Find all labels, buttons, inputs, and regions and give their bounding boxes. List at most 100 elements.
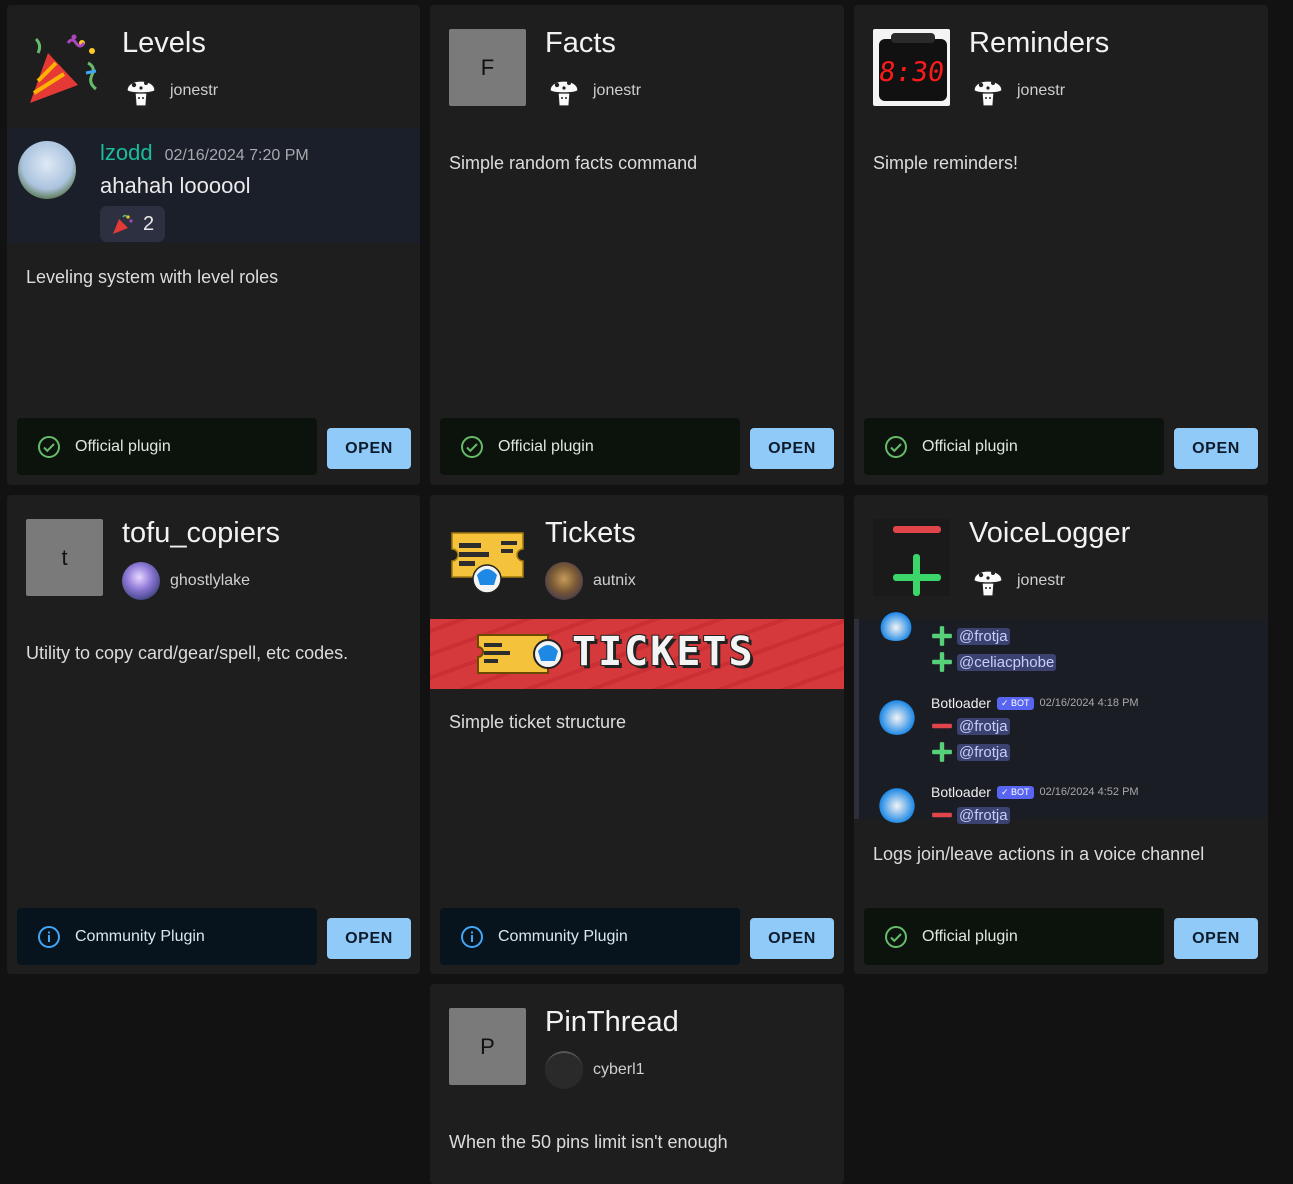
- plugin-description: Simple ticket structure: [449, 712, 627, 732]
- message-timestamp: 02/16/2024 7:20 PM: [164, 147, 309, 164]
- tickets-banner: TICKETS: [430, 619, 844, 689]
- badge-label: Community Plugin: [75, 927, 205, 945]
- message-text: ahahah loooool: [100, 173, 251, 198]
- open-button[interactable]: OPEN: [750, 428, 834, 469]
- plus-icon: [932, 742, 952, 762]
- check-circle-icon: [38, 435, 60, 458]
- message-timestamp: 02/16/2024 4:18 PM: [1039, 697, 1139, 709]
- plus-icon: [932, 626, 952, 646]
- open-button[interactable]: OPEN: [750, 918, 834, 959]
- plugin-thumbnail: t: [26, 519, 103, 596]
- plugin-card-reminders: 8:30 Reminders jonestr Simple reminders!…: [854, 5, 1268, 485]
- badge-label: Official plugin: [922, 927, 1018, 945]
- plugin-card-tofu-copiers: t tofu_copiers ghostlylake Utility to co…: [7, 495, 420, 974]
- plugin-title: Levels: [122, 27, 206, 59]
- clock-display: 8:30: [876, 57, 947, 88]
- minus-icon: [932, 812, 952, 818]
- bot-badge: ✓ BOT: [996, 785, 1034, 799]
- plugin-author[interactable]: jonestr: [545, 71, 641, 111]
- official-plugin-badge: Official plugin: [17, 418, 317, 475]
- plugin-card-voicelogger: VoiceLogger jonestr @frotja @celiacphobe…: [854, 495, 1268, 974]
- avatar: [18, 141, 76, 199]
- badge-label: Community Plugin: [498, 927, 628, 945]
- voice-log-preview: @frotja @celiacphobe Botloader ✓ BOT 02/…: [854, 611, 1268, 824]
- user-mention[interactable]: @frotja: [957, 627, 1010, 645]
- community-plugin-badge: Community Plugin: [17, 908, 317, 965]
- plugin-title: PinThread: [545, 1006, 679, 1038]
- user-mention[interactable]: @frotja: [957, 806, 1010, 824]
- reaction-chip[interactable]: 2: [100, 206, 165, 242]
- community-plugin-badge: Community Plugin: [440, 908, 740, 965]
- plugin-description: Leveling system with level roles: [26, 267, 279, 287]
- message-author: Botloader: [931, 695, 991, 711]
- check-circle-icon: [461, 435, 483, 458]
- badge-label: Official plugin: [922, 437, 1018, 455]
- minus-plus-icon: [873, 519, 950, 596]
- plugin-author[interactable]: jonestr: [122, 71, 218, 111]
- author-name: autnix: [593, 572, 636, 589]
- info-icon: [38, 925, 60, 948]
- plugin-title: Reminders: [969, 27, 1110, 59]
- message-timestamp: 02/16/2024 4:52 PM: [1039, 786, 1139, 798]
- bot-avatar: [877, 697, 917, 735]
- plugin-title: tofu_copiers: [122, 517, 280, 549]
- party-popper-icon: [112, 214, 133, 234]
- bot-avatar: [877, 785, 917, 823]
- plugin-author[interactable]: jonestr: [969, 561, 1065, 601]
- bot-avatar: [877, 611, 915, 641]
- avatar: [122, 72, 160, 110]
- plugin-description: Simple random facts command: [449, 153, 698, 173]
- plugin-description: Utility to copy card/gear/spell, etc cod…: [26, 643, 349, 663]
- avatar: [545, 72, 583, 110]
- plugin-author[interactable]: cyberl1: [545, 1050, 645, 1090]
- official-plugin-badge: Official plugin: [864, 418, 1164, 475]
- info-icon: [461, 925, 483, 948]
- alarm-clock-icon: 8:30: [873, 29, 950, 106]
- avatar: [122, 562, 160, 600]
- plugin-card-levels: Levels jonestr lzodd 02/16/2024 7:20 PM …: [7, 5, 420, 485]
- badge-label: Official plugin: [75, 437, 171, 455]
- author-name: cyberl1: [593, 1061, 645, 1078]
- avatar: [545, 1051, 583, 1089]
- plugin-author[interactable]: ghostlylake: [122, 561, 250, 601]
- plugin-card-facts: F Facts jonestr Simple random facts comm…: [430, 5, 844, 485]
- plugin-title: Tickets: [545, 517, 636, 549]
- open-button[interactable]: OPEN: [327, 918, 411, 959]
- user-mention[interactable]: @frotja: [957, 717, 1010, 735]
- author-name: jonestr: [1017, 82, 1066, 99]
- avatar: [545, 562, 583, 600]
- open-button[interactable]: OPEN: [327, 428, 411, 469]
- check-circle-icon: [885, 435, 907, 458]
- user-mention[interactable]: @frotja: [957, 743, 1010, 761]
- discord-message-preview: lzodd 02/16/2024 7:20 PM ahahah loooool …: [7, 128, 420, 243]
- plugin-thumbnail: F: [449, 29, 526, 106]
- official-plugin-badge: Official plugin: [440, 418, 740, 475]
- plugin-title: Facts: [545, 27, 616, 59]
- badge-label: Official plugin: [498, 437, 594, 455]
- author-name: jonestr: [1017, 572, 1066, 589]
- plugin-title: VoiceLogger: [969, 517, 1131, 549]
- banner-text: TICKETS: [572, 629, 755, 675]
- author-name: ghostlylake: [170, 572, 251, 589]
- plugin-card-tickets: Tickets autnix TICKETS Simple ticket str…: [430, 495, 844, 974]
- plugin-description: Logs join/leave actions in a voice chann…: [873, 844, 1205, 864]
- plugin-author[interactable]: jonestr: [969, 71, 1065, 111]
- plugin-thumbnail: P: [449, 1008, 526, 1085]
- plugin-card-pinthread: P PinThread cyberl1 When the 50 pins lim…: [430, 984, 844, 1184]
- author-name: jonestr: [593, 82, 642, 99]
- plugin-description: Simple reminders!: [873, 153, 1019, 173]
- official-plugin-badge: Official plugin: [864, 908, 1164, 965]
- check-circle-icon: [885, 925, 907, 948]
- ticket-icon: [477, 634, 563, 674]
- avatar: [969, 72, 1007, 110]
- avatar: [969, 562, 1007, 600]
- open-button[interactable]: OPEN: [1174, 428, 1258, 469]
- user-mention[interactable]: @celiacphobe: [957, 653, 1057, 671]
- message-username: lzodd: [100, 140, 153, 165]
- minus-icon: [932, 723, 952, 729]
- open-button[interactable]: OPEN: [1174, 918, 1258, 959]
- message-author: Botloader: [931, 784, 991, 800]
- party-popper-icon: [26, 29, 103, 106]
- reaction-count: 2: [142, 212, 155, 235]
- plugin-author[interactable]: autnix: [545, 561, 636, 601]
